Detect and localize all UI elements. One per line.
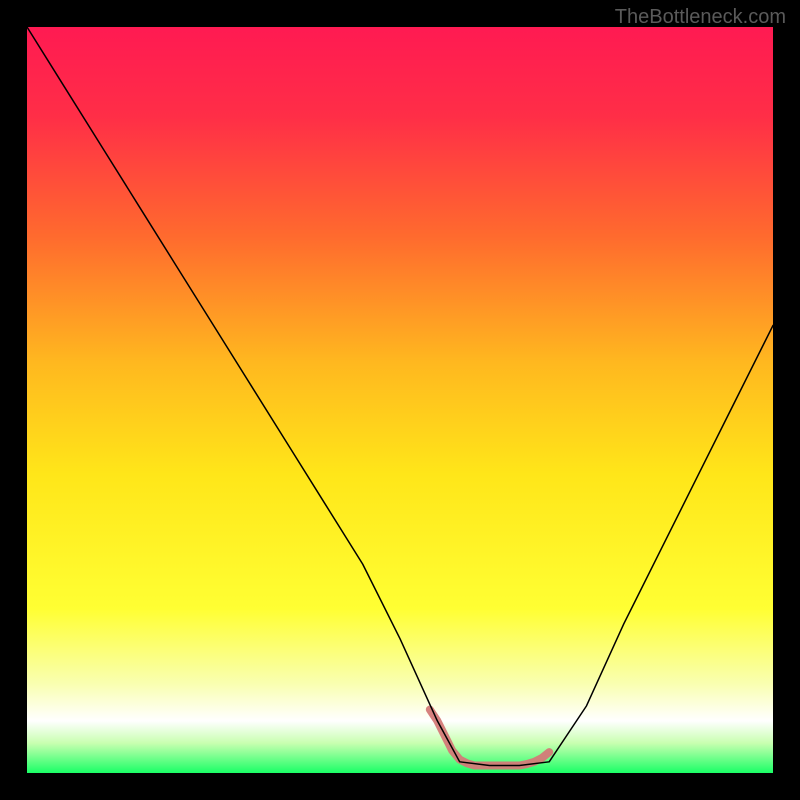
- plot-area: [27, 27, 773, 773]
- watermark-text: TheBottleneck.com: [615, 6, 786, 29]
- chart-svg: [27, 27, 773, 773]
- gradient-background: [27, 27, 773, 773]
